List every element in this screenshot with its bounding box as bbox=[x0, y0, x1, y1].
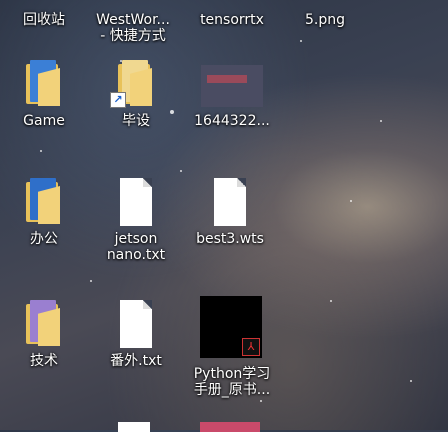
text-file-icon bbox=[112, 300, 160, 348]
image-1644-label: 1644322... bbox=[194, 113, 270, 129]
folder-shortcut-icon: ↗ bbox=[110, 60, 160, 108]
tensorrtx-label: tensorrtx bbox=[200, 12, 264, 28]
desktop-item-westworld-shortcut[interactable]: WestWor... - 快捷方式 bbox=[90, 0, 176, 44]
desktop-item-bangong[interactable]: 办公 bbox=[2, 178, 86, 247]
desktop-item-jetson-nano[interactable]: jetson nano.txt bbox=[94, 178, 178, 263]
westworld-label: WestWor... - 快捷方式 bbox=[96, 12, 170, 44]
desktop-item-png[interactable]: 5.png bbox=[290, 0, 360, 28]
desktop-item-image-1644[interactable]: 1644322... bbox=[190, 60, 274, 129]
jishu-label: 技术 bbox=[30, 353, 58, 369]
fanwai-label: 番外.txt bbox=[110, 353, 162, 369]
jetson-nano-label: jetson nano.txt bbox=[106, 231, 166, 263]
partial-file-icon[interactable] bbox=[118, 422, 150, 432]
partial-file-icon[interactable] bbox=[200, 422, 260, 432]
recycle-bin-label: 回收站 bbox=[23, 12, 65, 28]
desktop-item-game[interactable]: Game bbox=[2, 60, 86, 129]
folder-icon bbox=[20, 300, 68, 348]
game-label: Game bbox=[23, 113, 65, 129]
desktop-item-bishe[interactable]: ↗ 毕设 bbox=[94, 60, 178, 129]
png-label: 5.png bbox=[304, 12, 345, 28]
shortcut-arrow-icon: ↗ bbox=[110, 92, 126, 108]
text-file-icon bbox=[112, 178, 160, 226]
desktop-item-tensorrtx[interactable]: tensorrtx bbox=[190, 0, 274, 28]
file-icon bbox=[206, 178, 254, 226]
desktop-item-fanwai[interactable]: 番外.txt bbox=[94, 300, 178, 369]
desktop-item-jishu[interactable]: 技术 bbox=[2, 300, 86, 369]
folder-icon bbox=[20, 60, 68, 108]
folder-icon bbox=[20, 178, 68, 226]
acrobat-icon: ⅄ bbox=[242, 338, 260, 356]
bangong-label: 办公 bbox=[30, 231, 58, 247]
image-thumbnail-icon bbox=[201, 60, 263, 108]
bishe-label: 毕设 bbox=[122, 113, 150, 129]
pdf-file-icon: ⅄ bbox=[200, 296, 262, 358]
desktop-item-recycle-bin[interactable]: 回收站 bbox=[4, 0, 84, 28]
desktop-item-python-pdf[interactable]: ⅄ Python学习 手册_原书... bbox=[190, 296, 274, 398]
desktop-item-best3[interactable]: best3.wts bbox=[188, 178, 272, 247]
best3-label: best3.wts bbox=[196, 231, 264, 247]
python-pdf-label: Python学习 手册_原书... bbox=[193, 366, 271, 398]
